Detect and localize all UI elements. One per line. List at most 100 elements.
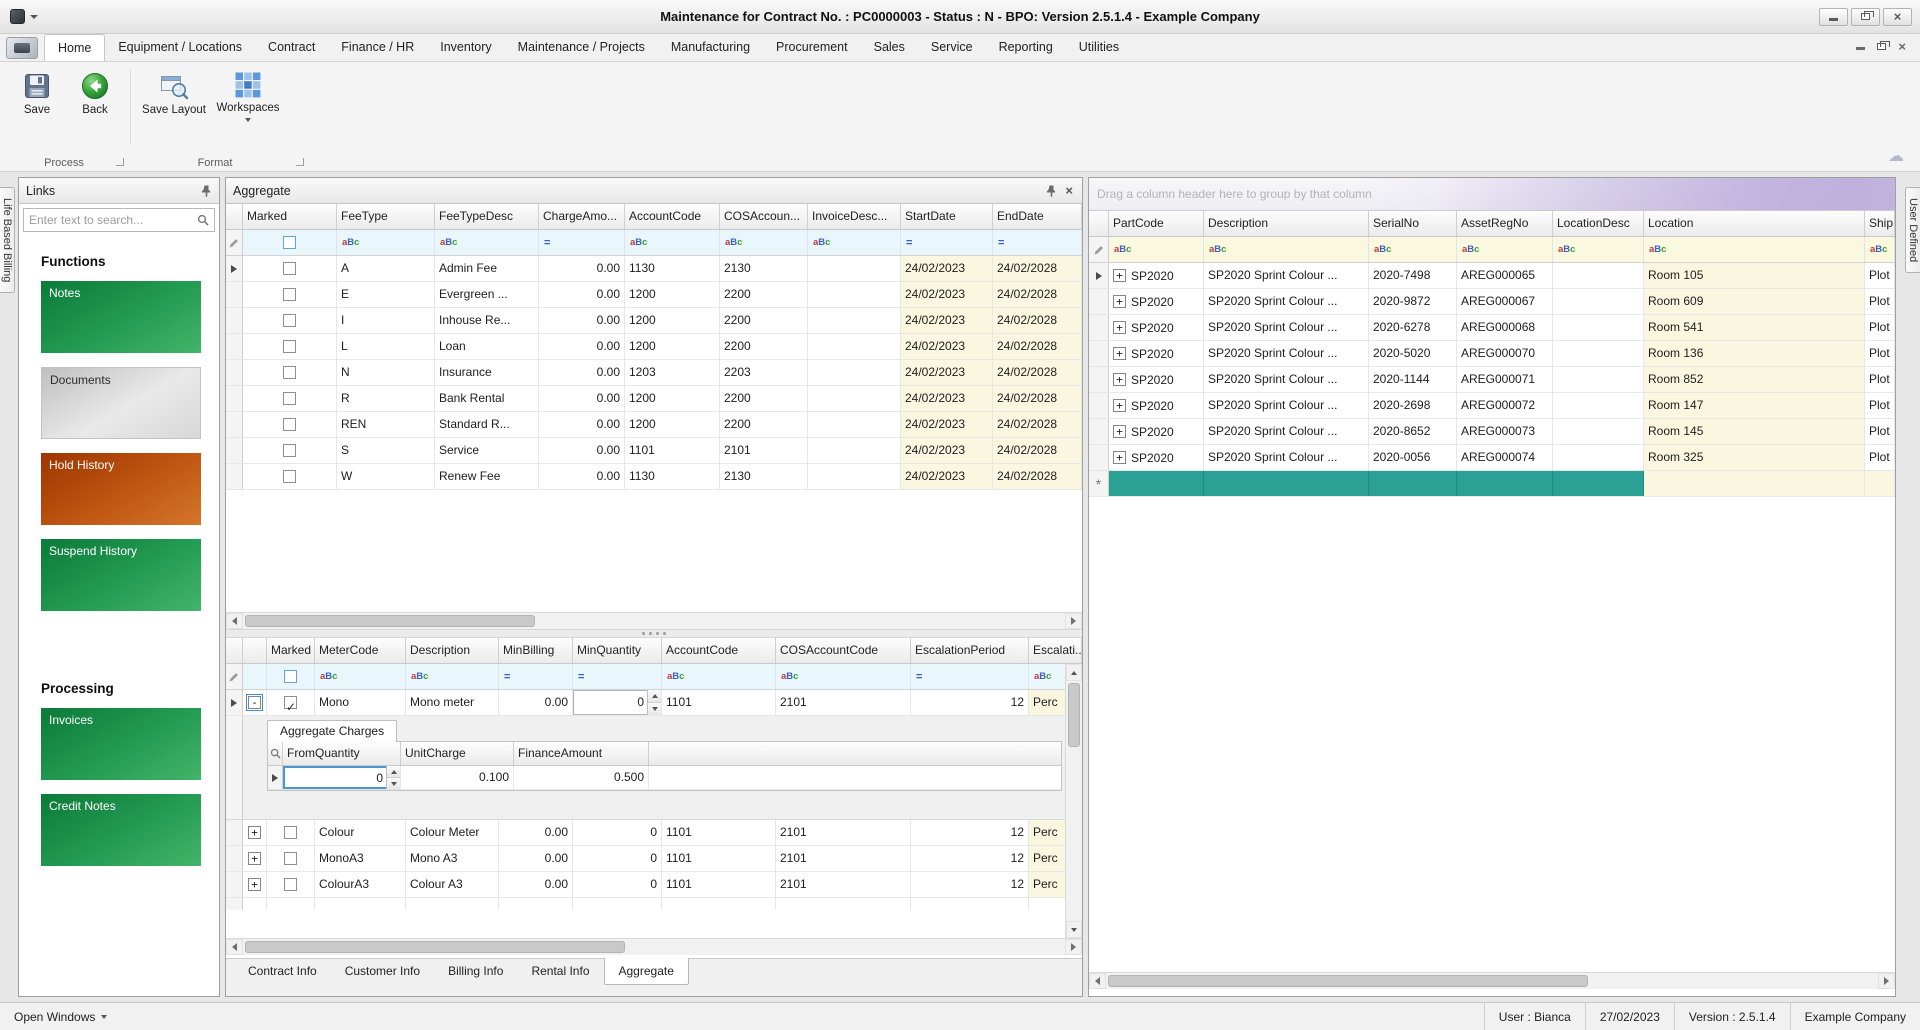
locationdesc-cell[interactable] <box>1553 445 1644 470</box>
scroll-track[interactable] <box>243 939 1065 955</box>
filter-cosaccount[interactable]: aBc <box>720 230 808 255</box>
partcode-cell[interactable]: + SP2020 <box>1109 315 1204 340</box>
minquantity-cell[interactable]: 0 <box>573 820 662 845</box>
expand-row-button[interactable]: + <box>248 826 261 839</box>
expand-row-button[interactable]: + <box>248 852 261 865</box>
marked-cell[interactable] <box>243 308 337 333</box>
minbilling-cell[interactable]: 0.00 <box>499 872 573 897</box>
filter-feetypedesc[interactable]: aBc <box>435 230 539 255</box>
fee-row[interactable]: L Loan 0.00 1200 2200 24/02/2023 24/02/2… <box>226 334 1082 360</box>
invoicedesc-cell[interactable] <box>808 334 901 359</box>
detail-search-icon[interactable] <box>268 742 283 765</box>
accountcode-cell[interactable]: 1101 <box>662 690 776 715</box>
marked-cell[interactable] <box>267 846 315 871</box>
col-minquantity[interactable]: MinQuantity <box>573 638 662 663</box>
grid-splitter[interactable] <box>226 629 1082 638</box>
equipment-row[interactable]: + SP2020 SP2020 Sprint Colour ... 2020-86… <box>1089 419 1895 445</box>
invoicedesc-cell[interactable] <box>808 308 901 333</box>
col-fromquantity[interactable]: FromQuantity <box>283 742 401 765</box>
filter-minquantity[interactable]: = <box>573 664 662 689</box>
feetype-cell[interactable]: W <box>337 464 435 489</box>
cosaccountcode-cell[interactable]: 2101 <box>776 872 911 897</box>
marked-cell[interactable] <box>243 334 337 359</box>
filter-description[interactable]: aBc <box>1204 237 1369 262</box>
filter-locationdesc[interactable]: aBc <box>1553 237 1644 262</box>
startdate-cell[interactable]: 24/02/2023 <box>901 334 993 359</box>
col-minbilling[interactable]: MinBilling <box>499 638 573 663</box>
expand-cell[interactable]: + <box>243 872 267 897</box>
expand-row-button[interactable]: + <box>1113 399 1126 412</box>
checkbox[interactable] <box>283 314 296 327</box>
locationdesc-cell-new[interactable] <box>1553 471 1644 496</box>
location-cell[interactable]: Room 136 <box>1644 341 1865 366</box>
scroll-left-button[interactable] <box>226 939 243 955</box>
serialno-cell[interactable]: 2020-6278 <box>1369 315 1457 340</box>
locationdesc-cell[interactable] <box>1553 341 1644 366</box>
ship-cell[interactable]: Plot <box>1865 393 1895 418</box>
checkbox[interactable] <box>283 366 296 379</box>
scroll-right-button[interactable] <box>1878 973 1895 989</box>
cosaccount-cell[interactable]: 2200 <box>720 334 808 359</box>
invoices-button[interactable]: Invoices <box>41 708 201 780</box>
assetregno-cell[interactable]: AREG000074 <box>1457 445 1553 470</box>
col-unitcharge[interactable]: UnitCharge <box>401 742 514 765</box>
checkbox[interactable] <box>284 878 297 891</box>
escalationperiod-cell[interactable]: 12 <box>911 820 1029 845</box>
minimize-button[interactable] <box>1856 43 1866 50</box>
feetypedesc-cell[interactable]: Inhouse Re... <box>435 308 539 333</box>
assetregno-cell[interactable]: AREG000072 <box>1457 393 1553 418</box>
location-cell-new[interactable] <box>1644 471 1865 496</box>
assetregno-cell[interactable]: AREG000067 <box>1457 289 1553 314</box>
filter-marked[interactable] <box>243 230 337 255</box>
dialog-launcher-icon[interactable] <box>116 158 124 166</box>
cosaccount-cell[interactable]: 2200 <box>720 386 808 411</box>
assetregno-cell[interactable]: AREG000073 <box>1457 419 1553 444</box>
fee-row[interactable]: N Insurance 0.00 1203 2203 24/02/2023 24… <box>226 360 1082 386</box>
expand-row-button[interactable]: + <box>248 878 261 891</box>
enddate-cell[interactable]: 24/02/2028 <box>993 282 1082 307</box>
scroll-right-button[interactable] <box>1065 939 1082 955</box>
col-locationdesc[interactable]: LocationDesc <box>1553 211 1644 236</box>
cosaccount-cell[interactable]: 2101 <box>720 438 808 463</box>
accountcode-cell[interactable]: 1101 <box>662 872 776 897</box>
tab-aggregate[interactable]: Aggregate <box>603 958 689 985</box>
filter-accountcode[interactable]: aBc <box>662 664 776 689</box>
minquantity-spin-editor[interactable]: 0 <box>573 690 662 715</box>
invoicedesc-cell[interactable] <box>808 386 901 411</box>
feetype-cell[interactable]: L <box>337 334 435 359</box>
expand-cell[interactable]: + <box>243 820 267 845</box>
col-feetype[interactable]: FeeType <box>337 204 435 229</box>
assetregno-cell[interactable]: AREG000070 <box>1457 341 1553 366</box>
filter-serialno[interactable]: aBc <box>1369 237 1457 262</box>
col-accountcode[interactable]: AccountCode <box>625 204 720 229</box>
feetypedesc-cell[interactable]: Bank Rental <box>435 386 539 411</box>
filter-enddate[interactable]: = <box>993 230 1082 255</box>
ship-cell[interactable]: Plot <box>1865 419 1895 444</box>
description-cell[interactable]: SP2020 Sprint Colour ... <box>1204 263 1369 288</box>
startdate-cell[interactable]: 24/02/2023 <box>901 256 993 281</box>
serialno-cell-new[interactable] <box>1369 471 1457 496</box>
description-cell[interactable]: SP2020 Sprint Colour ... <box>1204 289 1369 314</box>
back-button[interactable]: Back <box>66 68 124 117</box>
chargeamount-cell[interactable]: 0.00 <box>539 464 625 489</box>
startdate-cell[interactable]: 24/02/2023 <box>901 282 993 307</box>
escalationperiod-cell[interactable]: 12 <box>911 846 1029 871</box>
hold-history-button[interactable]: Hold History <box>41 453 201 525</box>
enddate-cell[interactable]: 24/02/2028 <box>993 308 1082 333</box>
location-cell[interactable]: Room 541 <box>1644 315 1865 340</box>
scroll-up-button[interactable] <box>1066 664 1082 681</box>
startdate-cell[interactable]: 24/02/2023 <box>901 308 993 333</box>
scroll-down-button[interactable] <box>1066 921 1082 938</box>
serialno-cell[interactable]: 2020-9872 <box>1369 289 1457 314</box>
fee-row[interactable]: I Inhouse Re... 0.00 1200 2200 24/02/202… <box>226 308 1082 334</box>
marked-cell[interactable] <box>267 820 315 845</box>
feetype-cell[interactable]: I <box>337 308 435 333</box>
col-marked[interactable]: Marked <box>243 204 337 229</box>
metercode-cell[interactable]: Colour <box>315 820 406 845</box>
col-feetypedesc[interactable]: FeeTypeDesc <box>435 204 539 229</box>
cosaccountcode-cell[interactable]: 2101 <box>776 820 911 845</box>
assetregno-cell[interactable]: AREG000068 <box>1457 315 1553 340</box>
marked-cell[interactable] <box>267 872 315 897</box>
collapse-row-button[interactable]: - <box>246 694 263 711</box>
location-cell[interactable]: Room 145 <box>1644 419 1865 444</box>
